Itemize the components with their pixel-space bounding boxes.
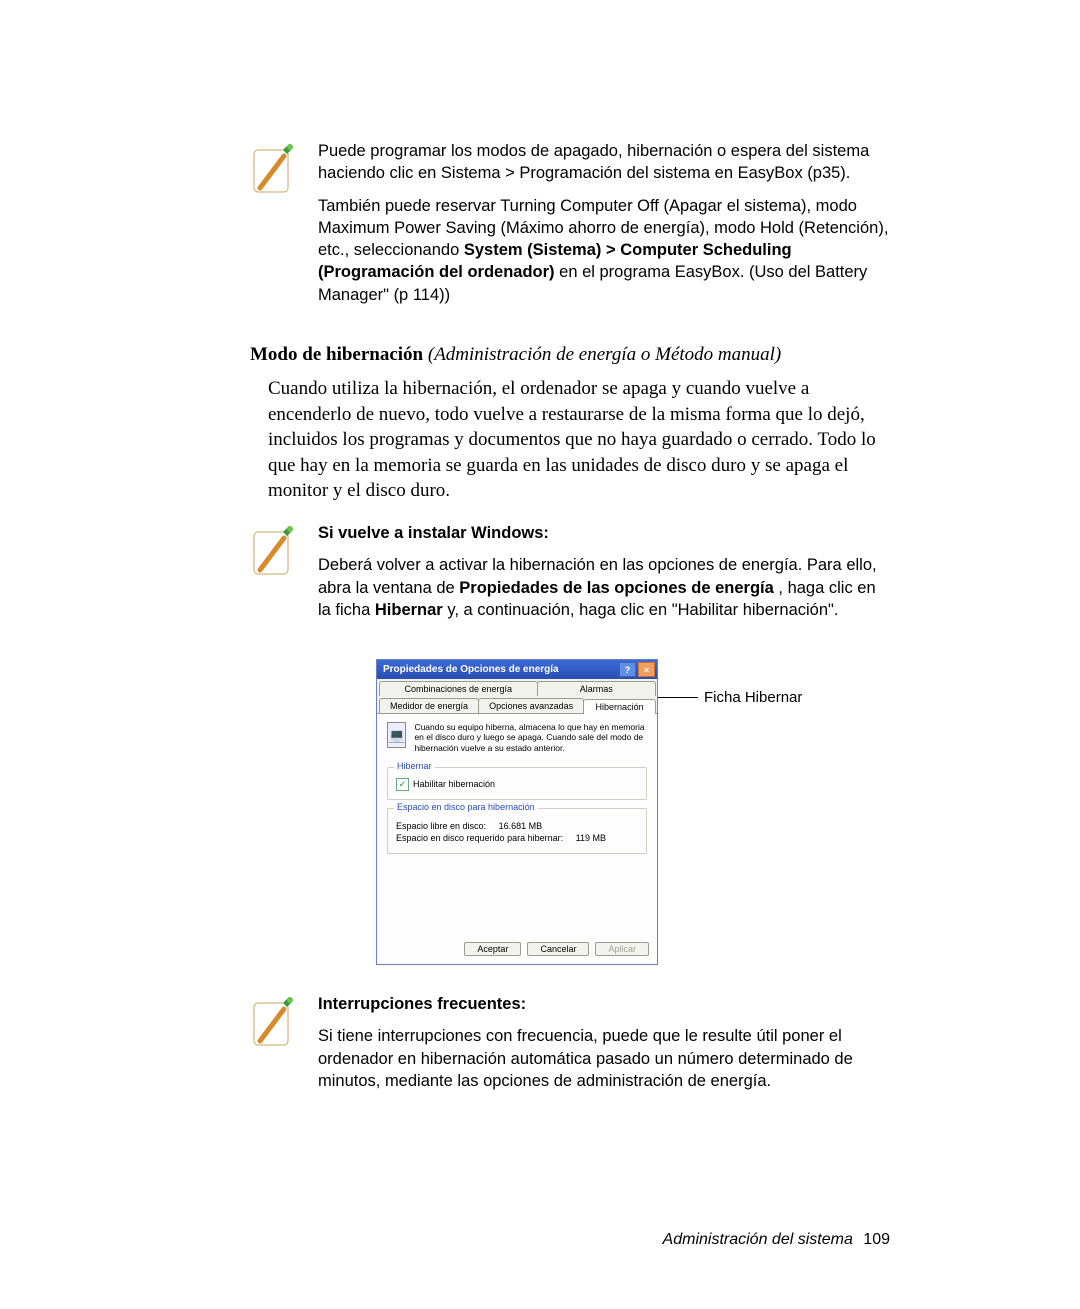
footer-section: Administración del sistema bbox=[663, 1231, 853, 1248]
note2-title: Si vuelve a instalar Windows: bbox=[318, 522, 890, 544]
tab-hibernacion[interactable]: Hibernación bbox=[583, 699, 656, 714]
tab-alarmas[interactable]: Alarmas bbox=[537, 681, 657, 696]
note3-body: Si tiene interrupciones con frecuencia, … bbox=[318, 1025, 890, 1092]
close-icon[interactable]: × bbox=[638, 662, 655, 677]
disk-free-value: 16.681 MB bbox=[499, 821, 543, 831]
section-title: Modo de hibernación (Administración de e… bbox=[250, 344, 890, 366]
note-text-3: Interrupciones frecuentes: Si tiene inte… bbox=[318, 993, 890, 1102]
note2-body: Deberá volver a activar la hibernación e… bbox=[318, 554, 890, 621]
power-options-dialog: Propiedades de Opciones de energía ? × C… bbox=[376, 659, 658, 965]
note-icon bbox=[250, 526, 296, 583]
section-title-ital: (Administración de energía o Método manu… bbox=[423, 344, 781, 365]
figure-area: Propiedades de Opciones de energía ? × C… bbox=[376, 659, 890, 965]
footer-page-number: 109 bbox=[863, 1231, 890, 1248]
cancel-button[interactable]: Cancelar bbox=[527, 942, 589, 956]
section-title-bold: Modo de hibernación bbox=[250, 344, 423, 365]
disk-free-row: Espacio libre en disco: 16.681 MB bbox=[396, 821, 638, 831]
callout-line bbox=[658, 697, 698, 698]
tabs-row-2: Medidor de energía Opciones avanzadas Hi… bbox=[377, 696, 657, 713]
enable-hibernation-checkbox[interactable]: ✓ bbox=[396, 778, 409, 791]
note3-title: Interrupciones frecuentes: bbox=[318, 993, 890, 1015]
note2-post: y, a continuación, haga clic en "Habilit… bbox=[447, 601, 838, 619]
info-text: Cuando su equipo hiberna, almacena lo qu… bbox=[414, 722, 647, 753]
page-footer: Administración del sistema 109 bbox=[663, 1231, 890, 1249]
note-text-2: Si vuelve a instalar Windows: Deberá vol… bbox=[318, 522, 890, 631]
note2-bold1: Propiedades de las opciones de energía bbox=[459, 579, 774, 597]
disk-req-label: Espacio en disco requerido para hibernar… bbox=[396, 833, 563, 843]
enable-hibernation-label: Habilitar hibernación bbox=[413, 779, 495, 789]
info-row: 💻 Cuando su equipo hiberna, almacena lo … bbox=[387, 722, 647, 753]
section-body: Cuando utiliza la hibernación, el ordena… bbox=[268, 376, 890, 504]
note-text-1: Puede programar los modos de apagado, hi… bbox=[318, 140, 890, 316]
tab-opciones[interactable]: Opciones avanzadas bbox=[478, 698, 584, 713]
note1-para2: También puede reservar Turning Computer … bbox=[318, 195, 890, 306]
monitor-icon: 💻 bbox=[387, 722, 406, 748]
dialog-title: Propiedades de Opciones de energía bbox=[383, 664, 559, 675]
dialog-titlebar: Propiedades de Opciones de energía ? × bbox=[377, 660, 657, 679]
note-block-1: Puede programar los modos de apagado, hi… bbox=[250, 140, 890, 316]
disk-req-row: Espacio en disco requerido para hibernar… bbox=[396, 833, 638, 843]
tab-combinaciones[interactable]: Combinaciones de energía bbox=[379, 681, 538, 696]
callout-text: Ficha Hibernar bbox=[704, 689, 802, 706]
dialog-footer: Aceptar Cancelar Aplicar bbox=[377, 938, 657, 964]
titlebar-buttons: ? × bbox=[619, 662, 655, 677]
ok-button[interactable]: Aceptar bbox=[464, 942, 521, 956]
help-icon[interactable]: ? bbox=[619, 662, 636, 677]
tabs-row-1: Combinaciones de energía Alarmas bbox=[377, 679, 657, 696]
group-hibernar: Hibernar ✓ Habilitar hibernación bbox=[387, 767, 647, 800]
apply-button[interactable]: Aplicar bbox=[595, 942, 649, 956]
page: Puede programar los modos de apagado, hi… bbox=[0, 0, 1080, 1309]
note-icon bbox=[250, 144, 296, 201]
note2-bold2: Hibernar bbox=[375, 601, 443, 619]
group-disk-legend: Espacio en disco para hibernación bbox=[394, 802, 538, 812]
note-block-2: Si vuelve a instalar Windows: Deberá vol… bbox=[250, 522, 890, 631]
disk-req-value: 119 MB bbox=[576, 833, 606, 843]
group-hibernar-legend: Hibernar bbox=[394, 761, 435, 771]
note-block-3: Interrupciones frecuentes: Si tiene inte… bbox=[250, 993, 890, 1102]
dialog-body: 💻 Cuando su equipo hiberna, almacena lo … bbox=[377, 713, 657, 938]
note-icon bbox=[250, 997, 296, 1054]
disk-free-label: Espacio libre en disco: bbox=[396, 821, 486, 831]
enable-hibernation-row: ✓ Habilitar hibernación bbox=[396, 778, 638, 791]
group-disk-space: Espacio en disco para hibernación Espaci… bbox=[387, 808, 647, 854]
tab-medidor[interactable]: Medidor de energía bbox=[379, 698, 479, 713]
callout: Ficha Hibernar bbox=[658, 689, 802, 706]
note1-para1: Puede programar los modos de apagado, hi… bbox=[318, 140, 890, 185]
